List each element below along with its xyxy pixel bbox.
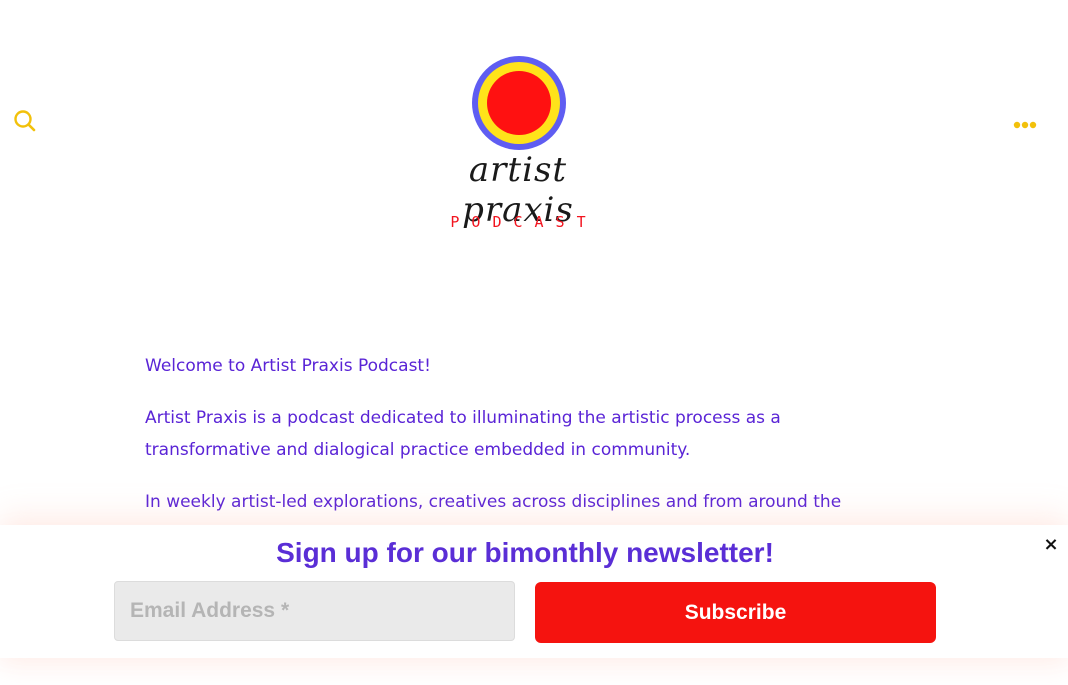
intro-paragraph: Welcome to Artist Praxis Podcast! (145, 356, 431, 376)
site-logo[interactable]: artist praxis PODCAST (418, 50, 618, 240)
site-header: artist praxis PODCAST (0, 0, 1068, 300)
more-horizontal-icon (1013, 114, 1037, 133)
newsletter-bar: Sign up for our bimonthly newsletter! × … (0, 525, 1068, 658)
description-paragraph: Artist Praxis is a podcast dedicated to … (145, 408, 781, 460)
search-toggle-button[interactable] (10, 108, 40, 138)
search-icon (13, 109, 37, 137)
newsletter-title: Sign up for our bimonthly newsletter! (276, 537, 774, 568)
close-icon[interactable]: × (1041, 535, 1061, 555)
logo-subtitle: PODCAST (450, 213, 598, 231)
subscribe-button[interactable]: Subscribe (535, 582, 936, 643)
logo-circle-icon (472, 56, 566, 150)
menu-toggle-button[interactable] (1008, 108, 1042, 138)
email-input[interactable] (114, 581, 515, 641)
